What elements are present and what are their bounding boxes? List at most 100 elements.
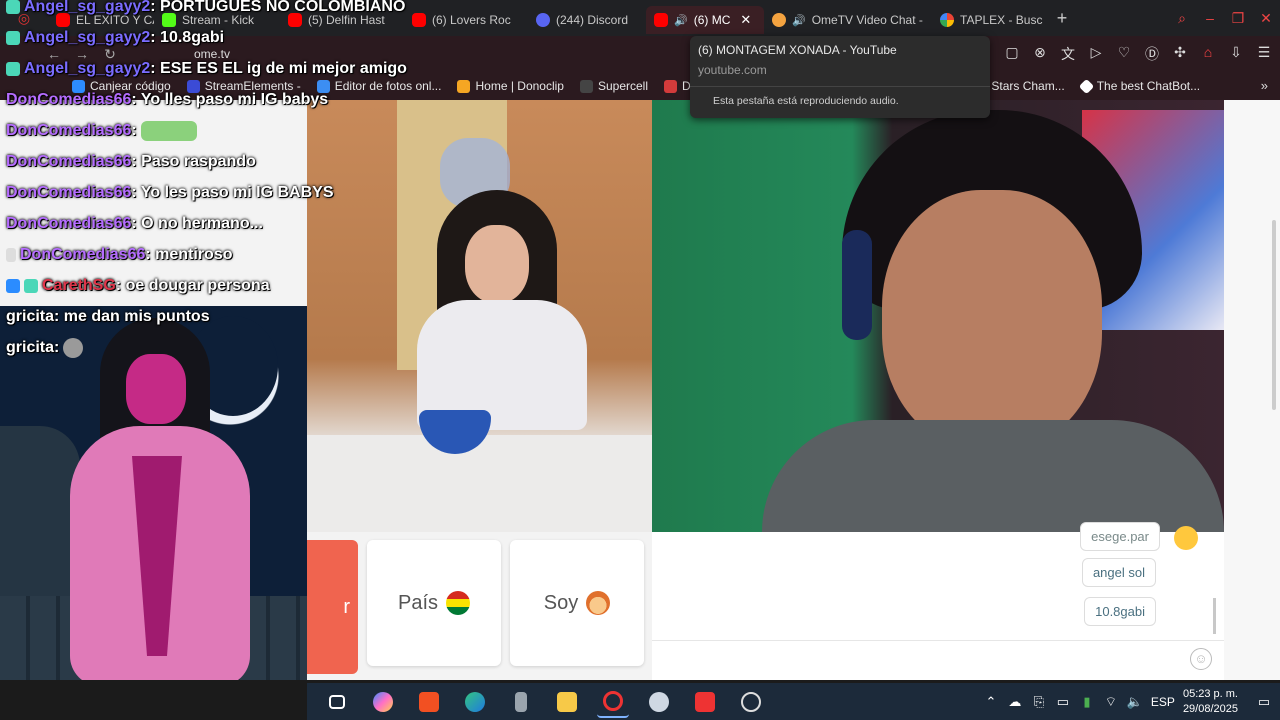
system-tray: ⌃ ☁ ⎘ ▭ ▮ ⌔ 🔈 ESP 05:23 p. m. 29/08/2025… — [983, 683, 1280, 720]
menu-icon[interactable]: ☰ — [1256, 44, 1272, 64]
bookmark-donoclip[interactable]: Home | Donoclip — [457, 79, 564, 93]
bolivia-flag-icon — [446, 591, 471, 615]
overlay-chat-line: gricita: — [6, 335, 84, 361]
stream-chat-overlay: Angel_sg_gayy2: PORTUGUES NO COLOMBIANO … — [0, 0, 430, 362]
copilot-icon[interactable] — [367, 686, 399, 718]
emoji-picker-icon[interactable]: ☺ — [1190, 648, 1212, 670]
volume-icon[interactable]: 🔈 — [1127, 694, 1143, 710]
translate-icon[interactable]: 文 — [1060, 44, 1076, 64]
emoji-icon — [1174, 526, 1198, 550]
profile-icon[interactable]: Ⓓ — [1144, 44, 1160, 64]
bookmark-d[interactable]: D — [664, 79, 691, 93]
overlay-chat-line: DonComedias66: O no hermano... — [6, 215, 263, 232]
overlay-chat-line: Angel_sg_gayy2: PORTUGUES NO COLOMBIANO — [6, 0, 405, 20]
chat-badge-icon — [6, 62, 20, 76]
screenshot-icon[interactable]: ▢ — [1004, 44, 1020, 64]
country-button[interactable]: País — [367, 540, 501, 666]
bookmark-icon — [457, 79, 471, 93]
edge-icon[interactable] — [459, 686, 491, 718]
overlay-chat-line: gricita: me dan mis puntos — [6, 308, 210, 325]
close-tab-icon[interactable]: ✕ — [740, 12, 751, 28]
chat-badge-icon — [24, 279, 38, 293]
chat-message: esege.par — [1080, 522, 1160, 551]
speaker-icon[interactable]: 🔊 — [674, 14, 688, 27]
overlay-chat-line: Angel_sg_gayy2: 10.8gabi — [6, 25, 224, 51]
minimize-icon[interactable]: – — [1196, 10, 1224, 26]
page-scrollbar[interactable] — [1272, 220, 1276, 410]
stream-character-art — [0, 306, 307, 680]
gender-button[interactable]: Soy — [510, 540, 644, 666]
language-indicator[interactable]: ESP — [1151, 695, 1175, 709]
new-tab-button[interactable]: + — [1048, 8, 1076, 29]
chat-message: 10.8gabi — [1084, 597, 1156, 626]
page-scroll-area — [1224, 100, 1280, 680]
bookmark-icon — [579, 79, 593, 93]
boy-emoji-icon — [586, 591, 611, 615]
recording-app-icon[interactable] — [643, 686, 675, 718]
chat-message: angel sol — [1081, 558, 1156, 587]
sword-badge-icon — [6, 248, 16, 262]
obs-icon[interactable] — [735, 686, 767, 718]
usb-app-icon[interactable] — [505, 686, 537, 718]
extensions-toolbar: ▢ ⊗ 文 ▷ ♡ Ⓓ ✣ ⌂ ⇩ ☰ — [1004, 44, 1272, 64]
chat-divider — [652, 640, 1224, 641]
video-streamer-shirt — [762, 420, 1224, 532]
ometv-icon — [772, 13, 786, 27]
youtube-icon — [654, 13, 668, 27]
bookmark-icon — [664, 79, 678, 93]
overlay-chat-line: DonComedias66: Yo les paso mi IG BABYS — [6, 184, 334, 201]
tooltip-title: (6) MONTAGEM XONADA - YouTube — [698, 43, 897, 57]
tab-hover-tooltip: (6) MONTAGEM XONADA - YouTube youtube.co… — [690, 36, 990, 118]
windows-taskbar: ⌃ ☁ ⎘ ▭ ▮ ⌔ 🔈 ESP 05:23 p. m. 29/08/2025… — [307, 683, 1280, 720]
chat-badge-icon — [6, 31, 20, 45]
overlay-chat-line: DonComedias66: Paso raspando — [6, 153, 256, 170]
overlay-chat-line: DonComedias66: mentiroso — [6, 242, 233, 268]
self-video — [652, 100, 1224, 532]
network-icon[interactable]: ▭ — [1055, 694, 1071, 710]
tooltip-domain: youtube.com — [698, 63, 767, 77]
overlay-chat-line: Angel_sg_gayy2: ESE ES EL ig de mi mejor… — [6, 56, 407, 82]
bookmark-supercell[interactable]: Supercell — [579, 79, 648, 93]
cloud-icon[interactable]: ☁ — [1007, 694, 1023, 710]
search-tabs-icon[interactable]: ⌕ — [1168, 10, 1196, 27]
speaker-icon[interactable]: 🔊 — [792, 14, 806, 27]
puzzle-icon[interactable]: ✣ — [1172, 44, 1188, 64]
screen: ◎ EL EXITO Y CA Stream - Kick (5) Delfin… — [0, 0, 1280, 720]
close-window-icon[interactable]: ✕ — [1252, 10, 1280, 27]
task-view-icon[interactable] — [321, 686, 353, 718]
tab-discord[interactable]: (244) Discord — [528, 6, 646, 34]
play-icon[interactable]: ▷ — [1088, 44, 1104, 64]
clock[interactable]: 05:23 p. m. 29/08/2025 — [1183, 687, 1238, 717]
next-button[interactable]: r — [307, 540, 358, 674]
heart-icon[interactable]: ♡ — [1116, 44, 1132, 64]
notifications-icon[interactable]: ▭ — [1256, 694, 1272, 710]
download-icon[interactable]: ⇩ — [1228, 44, 1244, 64]
bag-icon[interactable]: ⌂ — [1200, 44, 1216, 64]
chat-badge-icon — [6, 0, 20, 14]
tab-taplex[interactable]: TAPLEX - Busc — [932, 6, 1048, 34]
store-icon[interactable] — [413, 686, 445, 718]
chat-scrollbar[interactable] — [1213, 598, 1216, 634]
video-table — [307, 435, 652, 532]
bookmark-chatbot[interactable]: The best ChatBot... — [1078, 78, 1200, 94]
wps-office-icon[interactable] — [689, 686, 721, 718]
opera-gx-icon[interactable] — [597, 686, 629, 718]
file-explorer-icon[interactable] — [551, 686, 583, 718]
window-controls: ⌕ – ❐ ✕ — [1168, 0, 1280, 36]
art-mask — [126, 354, 186, 424]
shield-icon[interactable]: ⊗ — [1032, 44, 1048, 64]
tab-ometv[interactable]: 🔊 OmeTV Video Chat - — [764, 6, 932, 34]
tooltip-divider — [690, 86, 990, 87]
tab-montagem-active[interactable]: 🔊 (6) MC ✕ — [646, 6, 764, 34]
usb-icon[interactable]: ⎘ — [1031, 694, 1047, 710]
google-icon — [940, 13, 954, 27]
bookmark-icon — [1078, 78, 1094, 94]
wifi-icon[interactable]: ⌔ — [1103, 694, 1119, 710]
battery-icon[interactable]: ▮ — [1079, 694, 1095, 710]
more-bookmarks-icon[interactable]: » — [1261, 78, 1268, 93]
ometv-controls: r País Soy — [307, 540, 652, 674]
chevron-up-icon[interactable]: ⌃ — [983, 694, 999, 710]
video-streamer-face — [882, 190, 1102, 450]
tooltip-audio-note: Esta pestaña está reproduciendo audio. — [713, 95, 899, 107]
maximize-icon[interactable]: ❐ — [1224, 10, 1252, 27]
